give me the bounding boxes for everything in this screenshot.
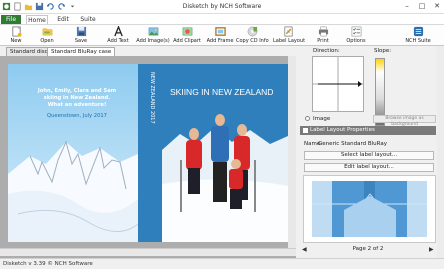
add-frame-button[interactable]: Add Frame [206, 26, 234, 47]
options-button[interactable]: Options [344, 26, 368, 47]
back-text-line-3: What an adventure! [47, 102, 107, 108]
image-radio[interactable] [305, 116, 310, 121]
open-button[interactable]: Open [36, 26, 58, 47]
nch-suite-icon [413, 26, 423, 37]
add-images-button[interactable]: Add Image(s) [136, 26, 170, 47]
copy-cd-info-button[interactable]: Copy CD Info [236, 26, 269, 47]
tab-file[interactable]: File [1, 15, 21, 24]
save-button[interactable]: Save [70, 26, 92, 47]
cd-info-icon [247, 26, 257, 37]
back-text-line-1: John, Emily, Clara and Sam [37, 88, 117, 94]
image-radio-label: Image [313, 116, 331, 122]
options-checklist-icon [351, 26, 361, 37]
text-a-icon [113, 26, 123, 37]
open-folder-icon [42, 28, 52, 36]
section-header-label-layout-properties[interactable]: Label Layout Properties [300, 126, 436, 135]
slope-label: Slope: [374, 48, 392, 54]
title-bar: Disketch by NCH Software – □ ✕ [0, 0, 444, 14]
clipart-icon [182, 27, 192, 36]
layout-preview-graphic [304, 176, 435, 242]
canvas-vertical-scrollbar[interactable] [288, 56, 296, 248]
select-label-layout-button[interactable]: Select label layout... [304, 151, 434, 160]
label-layout-icon [284, 26, 292, 37]
image-icon [148, 27, 158, 36]
collapse-icon[interactable] [303, 128, 308, 133]
back-text-block[interactable]: John, Emily, Clara and Sam skiing in New… [22, 88, 132, 109]
name-value: Generic Standard BluRay [318, 141, 387, 147]
next-page-arrow[interactable]: ▶ [429, 246, 434, 253]
maximize-button[interactable]: □ [415, 1, 429, 12]
direction-crosshair [313, 57, 363, 111]
edit-label-layout-button[interactable]: Edit label layout... [304, 163, 434, 172]
browse-image-background-button[interactable]: Browse image as background [373, 115, 436, 127]
front-title[interactable]: SKIING IN NEW ZEALAND [170, 87, 290, 97]
print-button[interactable]: Print [313, 26, 333, 47]
close-button[interactable]: ✕ [430, 1, 444, 12]
tab-edit[interactable]: Edit [54, 15, 72, 24]
back-subtext[interactable]: Queenstown, July 2017 [22, 113, 132, 119]
disketch-window: Disketch by NCH Software – □ ✕ File Home… [0, 0, 444, 269]
layout-preview [303, 175, 436, 243]
nch-suite-button[interactable]: NCH Suite [403, 26, 433, 47]
frame-icon [214, 27, 226, 36]
spine-text[interactable]: NEW ZEALAND 2017 [145, 72, 155, 162]
tab-suite[interactable]: Suite [78, 15, 98, 24]
direction-label: Direction: [313, 48, 340, 54]
page-indicator: Page 2 of 2 [352, 246, 384, 252]
add-text-button[interactable]: Add Text [104, 26, 132, 47]
window-title: Disketch by NCH Software [182, 3, 262, 10]
back-text-line-2: skiing in New Zealand. [43, 95, 111, 101]
add-clipart-button[interactable]: Add Clipart [172, 26, 202, 47]
save-disk-icon [76, 26, 86, 37]
tab-standard-bluray-case[interactable]: Standard BluRay case [47, 47, 116, 56]
document-tabs: Standard disc Standard BluRay case [0, 46, 300, 56]
status-bar: Disketch v 3.39 © NCH Software [0, 258, 444, 269]
label-layout-button[interactable]: Label Layout [273, 26, 305, 47]
ribbon-tabs: File Home Edit Suite [0, 14, 444, 24]
tab-standard-disc[interactable]: Standard disc [6, 47, 52, 56]
printer-icon [318, 26, 328, 37]
new-icon [11, 26, 22, 37]
minimize-button[interactable]: – [400, 1, 414, 12]
new-button[interactable]: New [5, 26, 27, 47]
direction-picker[interactable] [312, 56, 364, 112]
tab-home[interactable]: Home [26, 15, 48, 24]
panel-vertical-scrollbar[interactable] [437, 46, 444, 258]
ribbon-toolbar: New Open Save Add Text Add Image(s) Add … [0, 24, 444, 46]
canvas-horizontal-scrollbar[interactable] [0, 248, 296, 256]
